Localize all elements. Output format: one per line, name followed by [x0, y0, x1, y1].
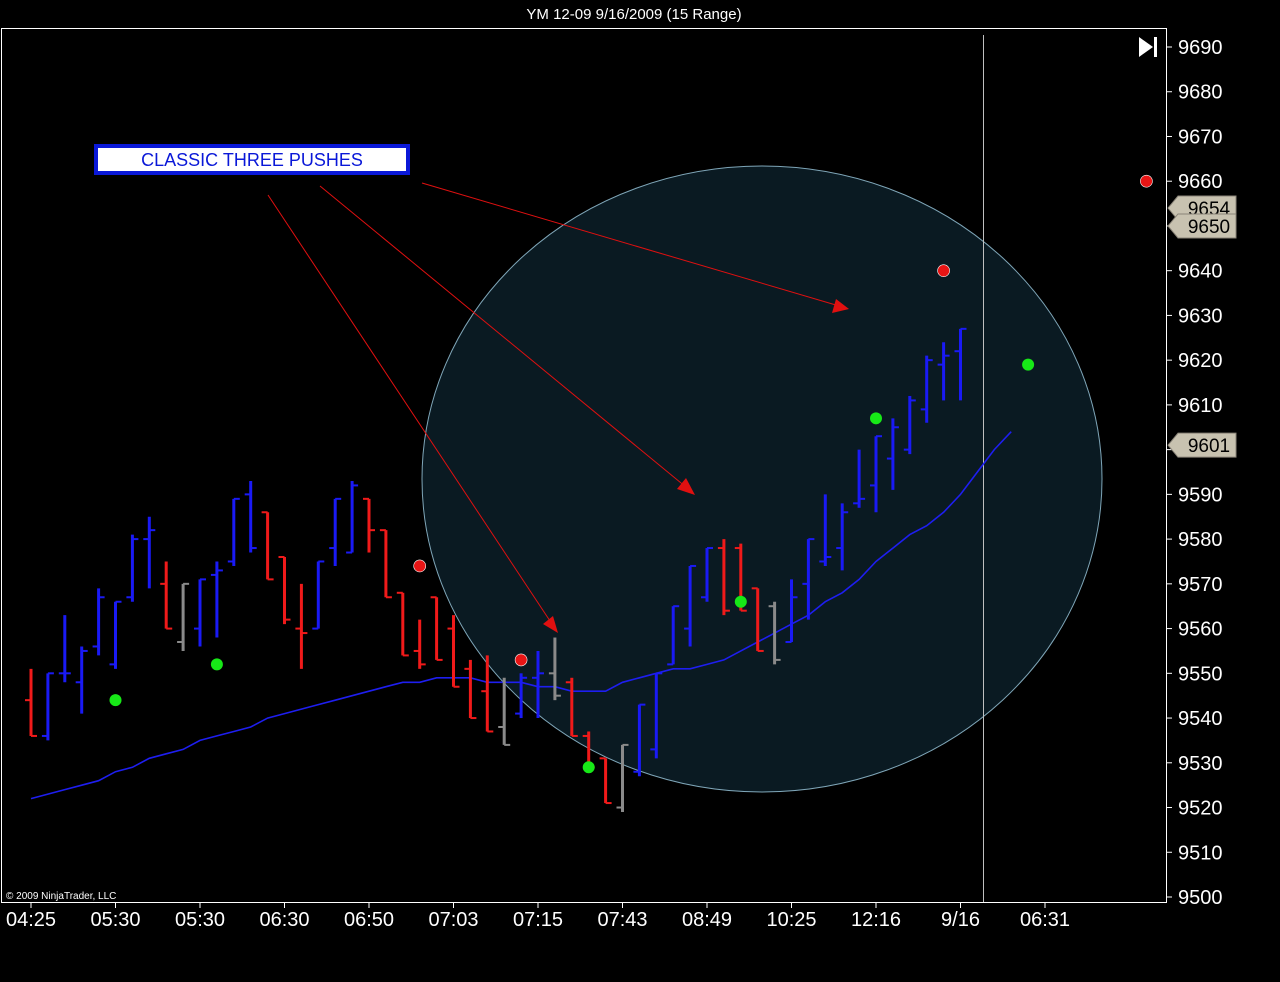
x-tick-label: 12:16 — [851, 909, 901, 931]
highlight-ellipse — [421, 165, 1103, 793]
y-tick-label: 9580 — [1178, 529, 1223, 551]
buy-signal-dot — [734, 595, 747, 608]
y-tick-label: 9540 — [1178, 708, 1223, 730]
y-tick-label: 9550 — [1178, 663, 1223, 685]
x-tick-label: 06:31 — [1020, 909, 1070, 931]
price-marker: 9601 — [1167, 432, 1237, 458]
y-tick-label: 9620 — [1178, 350, 1223, 372]
buy-signal-dot — [210, 658, 223, 671]
y-tick-label: 9570 — [1178, 574, 1223, 596]
x-tick-label: 10:25 — [766, 909, 816, 931]
x-tick-label: 07:43 — [597, 909, 647, 931]
y-tick-label: 9530 — [1178, 753, 1223, 775]
x-tick-label: 04:25 — [6, 909, 56, 931]
annotation: CLASSIC THREE PUSHES — [94, 144, 410, 175]
y-tick-label: 9690 — [1178, 37, 1223, 59]
sell-signal-dot — [1140, 174, 1153, 188]
y-tick-label: 9680 — [1178, 82, 1223, 104]
y-tick-label: 9670 — [1178, 126, 1223, 148]
sell-signal-dot — [514, 653, 528, 667]
y-tick-label: 9510 — [1178, 842, 1223, 864]
price-marker: 9650 — [1167, 213, 1237, 239]
buy-signal-dot — [1022, 358, 1035, 371]
x-tick-label: 08:49 — [682, 909, 732, 931]
price-marker-label: 9601 — [1188, 436, 1230, 457]
x-tick-label: 9/16 — [941, 909, 980, 931]
y-tick-label: 9590 — [1178, 484, 1223, 506]
x-tick-label: 07:03 — [428, 909, 478, 931]
y-tick-label: 9560 — [1178, 619, 1223, 641]
buy-signal-dot — [582, 761, 595, 774]
buy-signal-dot — [870, 412, 882, 425]
sell-signal-dot — [413, 559, 427, 573]
annotation-label: CLASSIC THREE PUSHES — [141, 150, 363, 170]
y-tick-label: 9500 — [1178, 887, 1223, 909]
y-tick-label: 9520 — [1178, 798, 1223, 820]
y-tick-label: 9630 — [1178, 305, 1223, 327]
x-tick-label: 05:30 — [90, 909, 140, 931]
x-tick-label: 06:50 — [344, 909, 394, 931]
y-tick-label: 9610 — [1178, 395, 1223, 417]
buy-signal-dot — [109, 694, 122, 707]
x-tick-label: 07:15 — [513, 909, 563, 931]
copyright-label: © 2009 NinjaTrader, LLC — [6, 891, 116, 902]
end-bar-icon — [1154, 37, 1157, 57]
chart-title: YM 12-09 9/16/2009 (15 Range) — [526, 6, 741, 23]
price-marker-label: 9650 — [1188, 217, 1230, 238]
price-chart: YM 12-09 9/16/2009 (15 Range) 9500 9510 95… — [0, 0, 1280, 982]
y-tick-label: 9640 — [1178, 261, 1223, 283]
x-tick-label: 06:30 — [259, 909, 309, 931]
y-tick-label: 9660 — [1178, 171, 1223, 193]
sell-signal-dot — [937, 264, 950, 277]
x-tick-label: 05:30 — [175, 909, 225, 931]
